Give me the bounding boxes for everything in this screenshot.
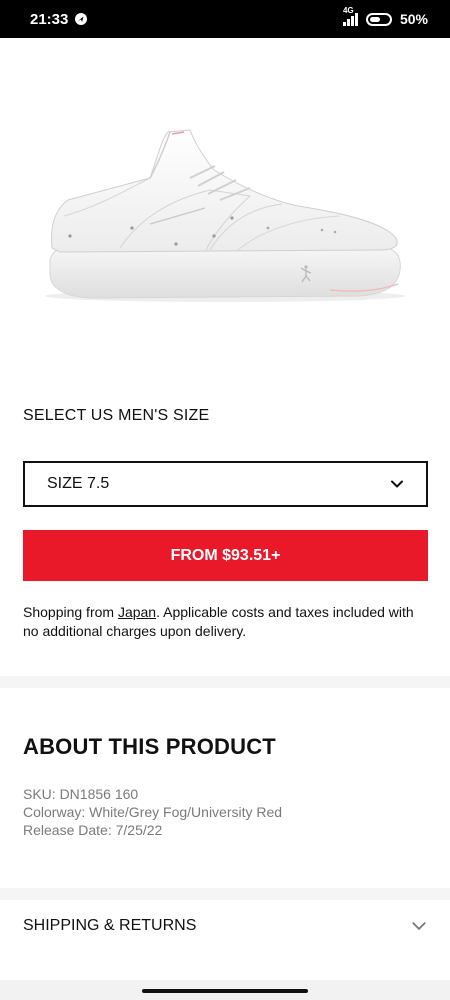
status-time: 21:33 <box>30 10 69 28</box>
home-indicator[interactable] <box>142 989 308 993</box>
selected-size-label: SIZE 7.5 <box>47 475 110 492</box>
section-divider <box>0 888 450 900</box>
network-label: 4G <box>342 6 354 15</box>
sneaker-image <box>45 129 405 302</box>
battery-level: 50% <box>399 11 428 27</box>
shipping-returns-accordion[interactable]: SHIPPING & RETURNS <box>0 900 450 952</box>
size-section-title: SELECT US MEN'S SIZE <box>23 407 210 424</box>
battery-icon <box>365 12 392 26</box>
chevron-down-icon <box>391 480 403 488</box>
sku-text: SKU: DN1856 160 <box>23 786 139 802</box>
buy-price-button[interactable]: FROM $93.51+ <box>23 530 428 581</box>
size-dropdown[interactable]: SIZE 7.5 <box>23 461 428 507</box>
colorway-text: Colorway: White/Grey Fog/University Red <box>23 804 283 820</box>
status-left: 21:33 <box>30 11 88 28</box>
status-right: 4G 50% <box>342 6 428 27</box>
section-divider <box>0 676 450 688</box>
chevron-down-icon <box>412 922 426 930</box>
navigation-icon <box>75 13 88 25</box>
release-date-text: Release Date: 7/25/22 <box>23 822 163 838</box>
about-title: ABOUT THIS PRODUCT <box>23 734 276 759</box>
shipping-note: Shopping from Japan. Applicable costs an… <box>23 603 428 641</box>
status-bar: 21:33 4G 50% <box>0 0 450 38</box>
signal-icon: 4G <box>342 6 358 26</box>
shipping-returns-label: SHIPPING & RETURNS <box>23 917 197 934</box>
product-image <box>0 38 450 378</box>
shipping-note-prefix: Shopping from <box>23 604 118 620</box>
country-link[interactable]: Japan <box>118 604 156 620</box>
